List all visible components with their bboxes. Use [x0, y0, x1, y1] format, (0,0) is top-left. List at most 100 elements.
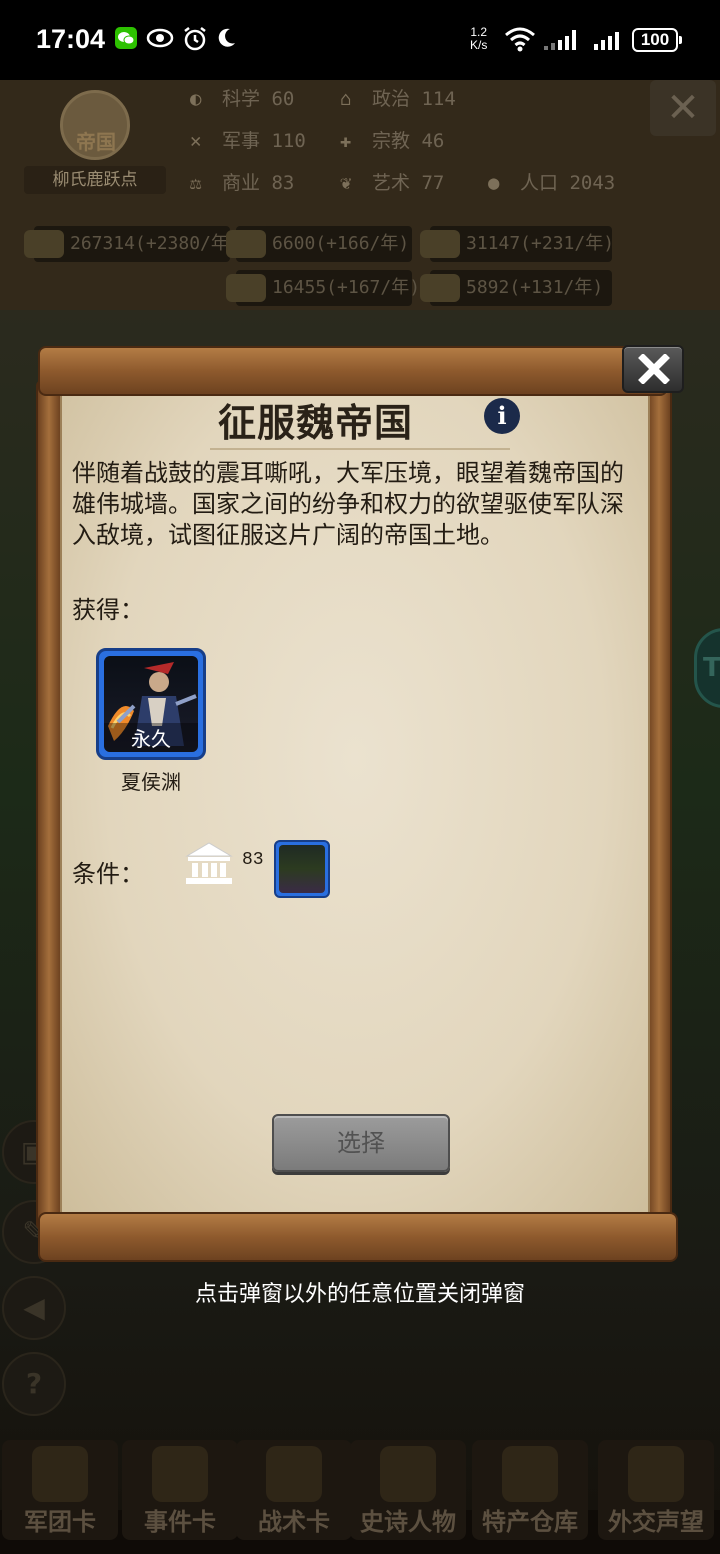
title-divider: [210, 448, 510, 450]
battery-indicator: 100: [632, 28, 682, 52]
resource-text: 6600(+166/年): [272, 233, 410, 254]
signal-icon-2: [592, 26, 626, 52]
helmet-icon: [32, 1446, 88, 1502]
dialog-title: 征服魏帝国: [218, 401, 414, 445]
resource-text: 31147(+231/年): [466, 233, 615, 254]
stat-politics: ⌂ 政治 114: [340, 84, 456, 111]
nav-label: 军团卡: [24, 1508, 96, 1536]
status-bar: 17:04 1.2 K/s 100: [0, 0, 720, 80]
stat-label: 军事: [222, 130, 261, 152]
meat-icon: [420, 274, 460, 302]
resource-gold: 267314(+2380/年): [24, 226, 240, 262]
resource-stone: 16455(+167/年): [226, 270, 420, 306]
background-close-icon: ✕: [650, 80, 716, 136]
science-icon: ◐: [190, 88, 202, 110]
select-button[interactable]: 选择: [272, 1114, 450, 1172]
resource-text: 267314(+2380/年): [70, 233, 240, 254]
stat-value: 114: [421, 88, 456, 110]
art-icon: ❦: [340, 172, 352, 194]
stat-label: 科学: [222, 88, 261, 110]
stat-label: 政治: [372, 88, 411, 110]
stat-label: 艺术: [372, 172, 411, 194]
politics-icon: ⌂: [340, 88, 352, 110]
stat-label: 商业: [222, 172, 261, 194]
signal-icon: [542, 26, 582, 52]
wifi-icon: [504, 26, 536, 52]
nav-label: 事件卡: [144, 1508, 216, 1536]
wechat-icon: [114, 26, 140, 52]
politics-icon: [184, 840, 234, 886]
crown-icon: [380, 1446, 436, 1502]
stat-value: 2043: [569, 172, 616, 194]
resource-iron: 31147(+231/年): [420, 226, 615, 262]
empire-panel: 帝国 柳氏鹿跃点 ◐ 科学 60 ⌂ 政治 114 ✕ 军事 110 ✚ 宗教 46 ⚖…: [0, 80, 720, 310]
network-speed-unit: K/s: [470, 38, 488, 52]
nav-label: 史诗人物: [360, 1508, 456, 1536]
empire-emblem[interactable]: 帝国 柳氏鹿跃点: [20, 90, 170, 194]
nav-event-cards: 事件卡: [122, 1440, 238, 1540]
commerce-icon: ⚖: [190, 172, 202, 194]
event-dialog: 征服魏帝国 i 伴随着战鼓的震耳嘶吼，大军压境，眼望着魏帝国的雄伟城墙。国家之间…: [34, 340, 684, 1262]
alarm-icon: [182, 26, 208, 52]
scroll-bottom-roll: [38, 1212, 678, 1262]
nav-label: 外交声望: [608, 1508, 704, 1536]
reward-label: 获得：: [72, 596, 144, 624]
stone-icon: [226, 274, 266, 302]
scroll-left-edge: [36, 380, 62, 1230]
help-icon: ?: [2, 1352, 66, 1416]
population-icon: ●: [488, 172, 500, 194]
nav-epic-heroes: 史诗人物: [350, 1440, 466, 1540]
nav-label: 特产仓库: [482, 1508, 578, 1536]
stat-religion: ✚ 宗教 46: [340, 126, 444, 153]
stat-science: ◐ 科学 60: [190, 84, 294, 111]
empire-name: 柳氏鹿跃点: [24, 166, 166, 194]
hero-portrait: 永久: [104, 656, 198, 752]
resource-wood: 6600(+166/年): [226, 226, 412, 262]
religion-icon: ✚: [340, 130, 352, 152]
reward-hero-card[interactable]: 永久: [96, 648, 206, 760]
stat-value: 46: [421, 130, 445, 152]
stat-value: 110: [271, 130, 306, 152]
stat-value: 77: [421, 172, 445, 194]
nav-legion-cards: 军团卡: [2, 1440, 118, 1540]
condition-card-art-icon: [279, 845, 325, 893]
stat-label: 宗教: [372, 130, 411, 152]
nav-label: 战术卡: [258, 1508, 330, 1536]
nav-diplomacy: 外交声望: [598, 1440, 714, 1540]
event-description: 伴随着战鼓的震耳嘶吼，大军压境，眼望着魏帝国的雄伟城墙。国家之间的纷争和权力的欲…: [72, 459, 624, 549]
iron-icon: [420, 230, 460, 258]
resource-text: 5892(+131/年): [466, 277, 604, 298]
nav-warehouse: 特产仓库: [472, 1440, 588, 1540]
moon-icon: [214, 26, 240, 52]
military-icon: ✕: [190, 130, 202, 152]
emblem-title: 帝国: [76, 130, 116, 154]
hero-name: 夏侯渊: [121, 770, 181, 794]
permanent-tag: 永久: [104, 723, 198, 752]
condition-card[interactable]: [274, 840, 330, 898]
stat-military: ✕ 军事 110: [190, 126, 306, 153]
stat-population: ● 人口 2043: [488, 168, 615, 195]
stat-value: 83: [271, 172, 295, 194]
close-icon: [638, 354, 670, 384]
info-icon[interactable]: i: [484, 398, 520, 434]
condition-value: 83: [242, 850, 264, 870]
resource-text: 16455(+167/年): [272, 277, 421, 298]
wood-icon: [226, 230, 266, 258]
nav-tactic-cards: 战术卡: [236, 1440, 352, 1540]
stat-commerce: ⚖ 商业 83: [190, 168, 294, 195]
bottom-nav: 军团卡 事件卡 战术卡 史诗人物 特产仓库 外交声望: [0, 1440, 720, 1554]
shield-icon: [266, 1446, 322, 1502]
network-speed: 1.2 K/s: [470, 26, 487, 52]
scroll-icon: [152, 1446, 208, 1502]
condition-label: 条件：: [72, 860, 144, 888]
gold-icon: [24, 230, 64, 258]
stat-art: ❦ 艺术 77: [340, 168, 444, 195]
status-time: 17:04: [36, 24, 106, 54]
stat-label: 人口: [520, 172, 559, 194]
chest-icon: [502, 1446, 558, 1502]
envelope-icon: [628, 1446, 684, 1502]
eye-icon: [146, 26, 174, 52]
close-hint: 点击弹窗以外的任意位置关闭弹窗: [194, 1282, 525, 1307]
resource-meat: 5892(+131/年): [420, 270, 612, 306]
stat-value: 60: [271, 88, 295, 110]
